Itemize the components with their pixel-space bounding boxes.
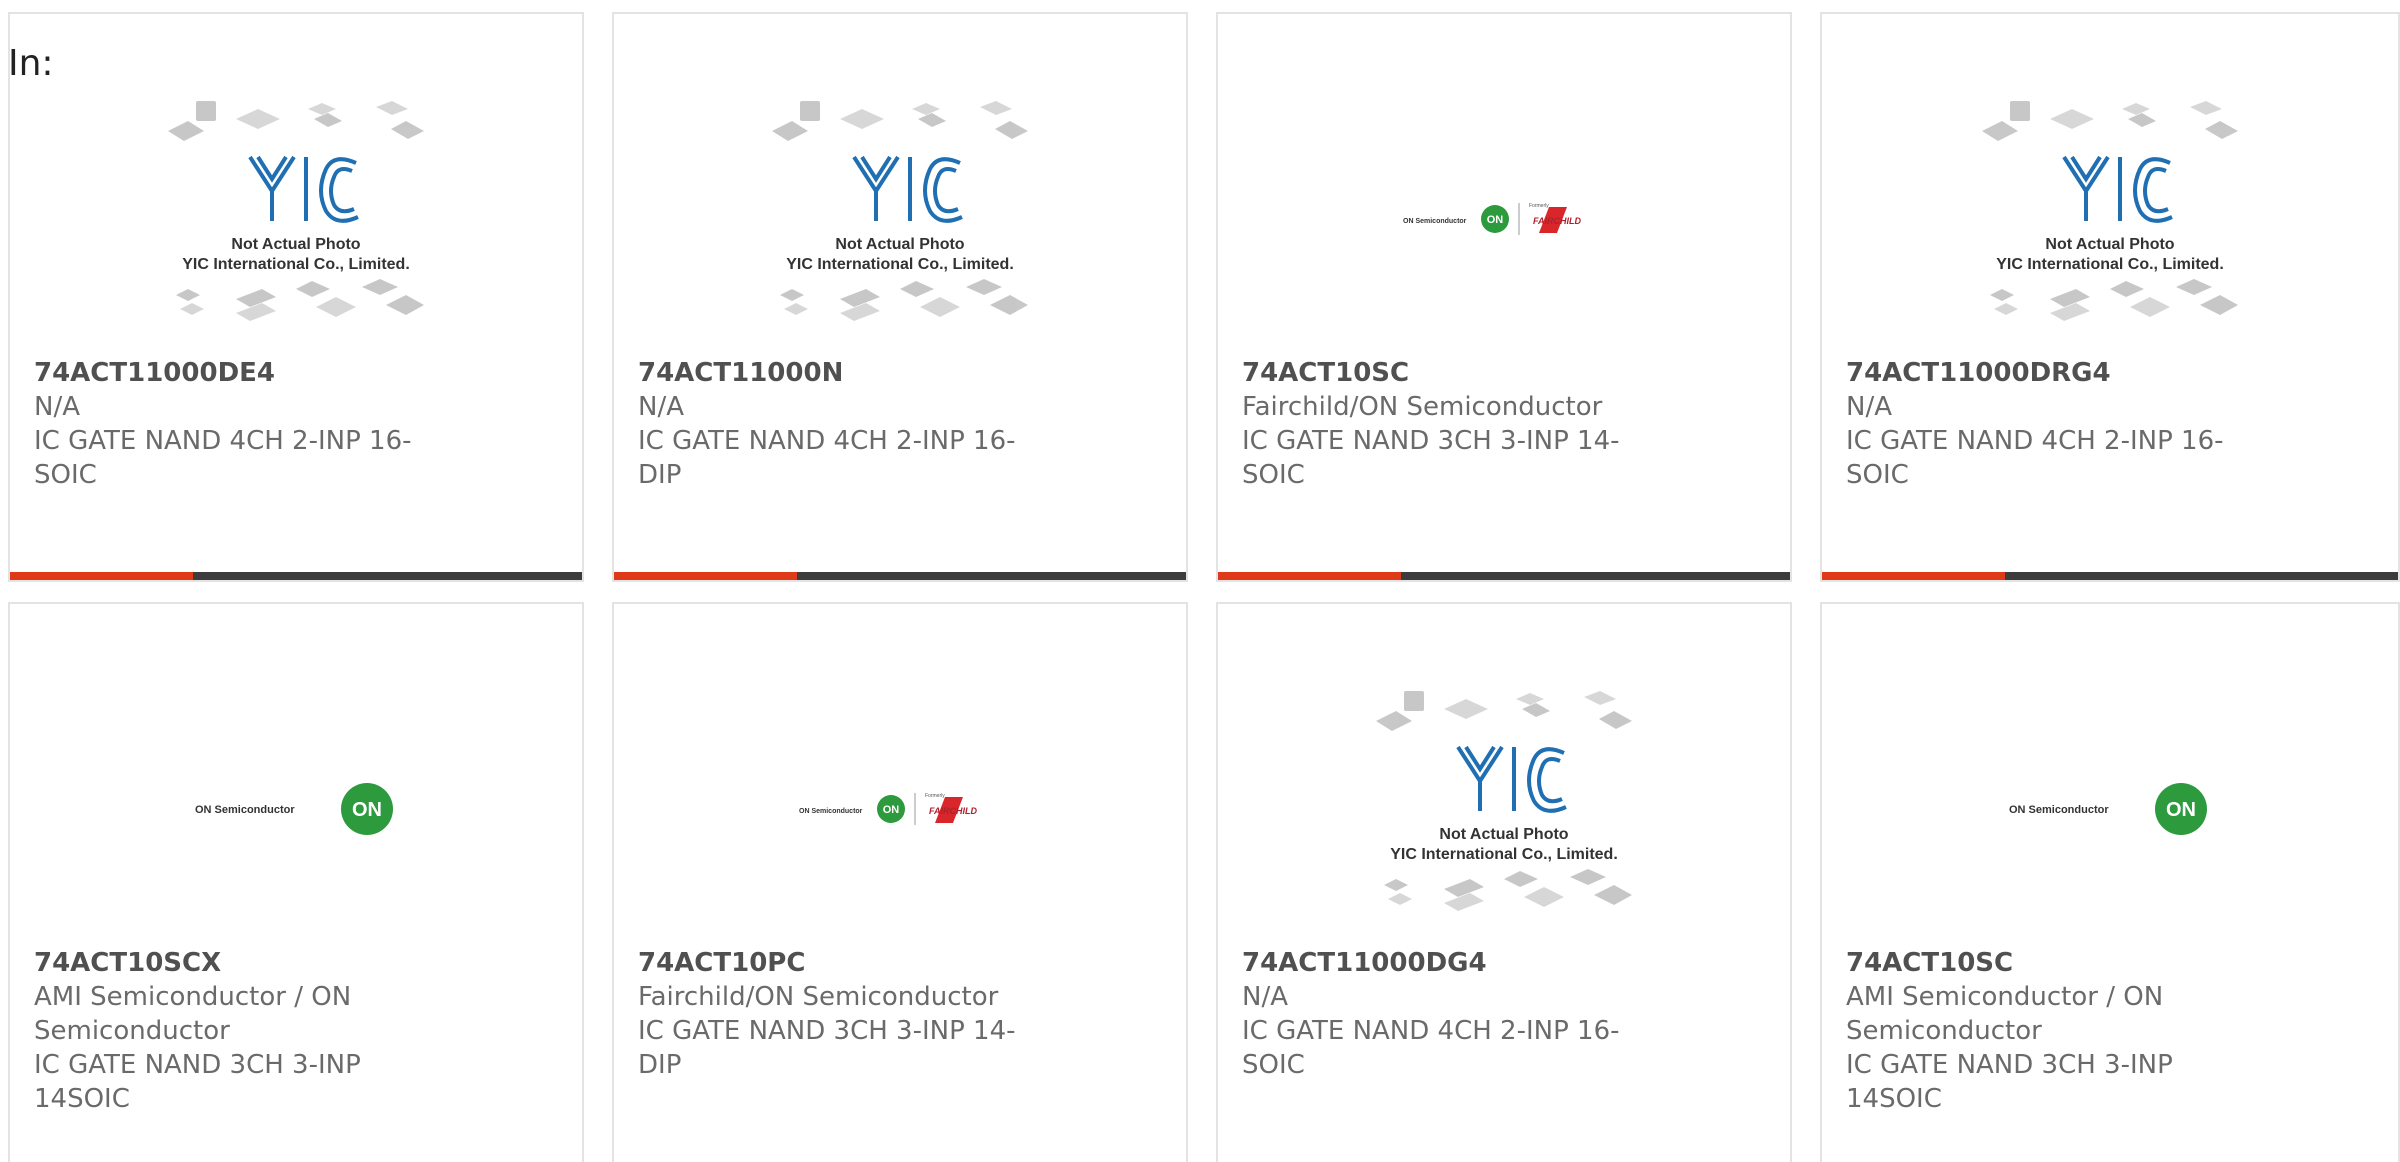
part-number[interactable]: 74ACT10SCX (34, 946, 414, 980)
product-image-placeholder: ON Semiconductor ON Formerly FAIRCHILD (1218, 84, 1790, 354)
description: IC GATE NAND 4CH 2-INP 16- (34, 426, 412, 456)
on-logo: ON Semiconductor ON (2009, 783, 2207, 835)
product-image-placeholder: ON Semiconductor ON (10, 674, 582, 944)
product-image-placeholder: Not Actual Photo YIC International Co., … (1218, 674, 1790, 944)
placeholder-text-line2: YIC International Co., Limited. (182, 256, 410, 273)
card-bottom-bar (1822, 572, 2398, 580)
placeholder-text-line1: Not Actual Photo (231, 236, 360, 253)
part-number[interactable]: 74ACT10PC (638, 946, 1018, 980)
on-badge-text: ON (1487, 214, 1504, 226)
product-card[interactable]: ON Semiconductor ON 74ACT10SC AMI Semico… (1820, 602, 2400, 1162)
card-accent-bar (10, 572, 193, 580)
on-badge-text: ON (883, 804, 900, 816)
product-card[interactable]: Not Actual Photo YIC International Co., … (1820, 12, 2400, 582)
placeholder-text-line1: Not Actual Photo (835, 236, 964, 253)
manufacturer: N/A (34, 392, 80, 422)
description: IC GATE NAND 3CH 3-INP 14-DIP (638, 1016, 1016, 1080)
description: IC GATE NAND 3CH 3-INP (1846, 1050, 2173, 1080)
on-fairchild-logo: ON Semiconductor ON Formerly FAIRCHILD (1403, 203, 1581, 235)
description: IC GATE NAND 4CH 2-INP 16- (1846, 426, 2224, 456)
card-accent-bar (614, 572, 797, 580)
description-cont: SOIC (34, 460, 97, 490)
description-cont: SOIC (1846, 460, 1909, 490)
yic-placeholder-image: Not Actual Photo YIC International Co., … (168, 101, 424, 321)
card-accent-bar (1822, 572, 2005, 580)
yic-placeholder-image: Not Actual Photo YIC International Co., … (1982, 101, 2238, 321)
part-number[interactable]: 74ACT10SC (1846, 946, 2226, 980)
description-cont: SOIC (1242, 460, 1305, 490)
manufacturer: AMI Semiconductor / ON (1846, 982, 2164, 1012)
description-cont: SOIC (1242, 1050, 1305, 1080)
manufacturer: N/A (1242, 982, 1288, 1012)
card-bottom-bar (614, 572, 1186, 580)
formerly-text: Formerly (925, 793, 945, 799)
fairchild-text: FAIRCHILD (929, 806, 977, 816)
manufacturer: AMI Semiconductor / ON (34, 982, 352, 1012)
on-brand-text: ON Semiconductor (1403, 218, 1467, 225)
description-cont: 14SOIC (34, 1084, 130, 1114)
part-number[interactable]: 74ACT10SC (1242, 356, 1622, 390)
description: IC GATE NAND 3CH 3-INP (34, 1050, 361, 1080)
part-number[interactable]: 74ACT11000N (638, 356, 1018, 390)
fairchild-text: FAIRCHILD (1533, 216, 1581, 226)
manufacturer: N/A (1846, 392, 1892, 422)
on-brand-text: ON Semiconductor (195, 804, 295, 816)
formerly-text: Formerly (1529, 203, 1549, 209)
product-image-placeholder: Not Actual Photo YIC International Co., … (614, 84, 1186, 354)
on-badge-text: ON (2166, 799, 2196, 821)
placeholder-text-line2: YIC International Co., Limited. (1390, 846, 1618, 863)
product-card[interactable]: ON Semiconductor ON Formerly FAIRCHILD 7… (1216, 12, 1792, 582)
card-bottom-bar (10, 572, 582, 580)
product-card[interactable]: Not Actual Photo YIC International Co., … (8, 12, 584, 582)
manufacturer: Fairchild/ON Semiconductor (638, 982, 999, 1012)
manufacturer: N/A (638, 392, 684, 422)
manufacturer-cont: Semiconductor (34, 1016, 230, 1046)
yic-placeholder-image: Not Actual Photo YIC International Co., … (1376, 691, 1632, 911)
manufacturer-cont: Semiconductor (1846, 1016, 2042, 1046)
product-card[interactable]: Not Actual Photo YIC International Co., … (612, 12, 1188, 582)
on-logo: ON Semiconductor ON (195, 783, 393, 835)
yic-placeholder-image: Not Actual Photo YIC International Co., … (772, 101, 1028, 321)
on-brand-text: ON Semiconductor (2009, 804, 2109, 816)
product-image-placeholder: Not Actual Photo YIC International Co., … (1822, 84, 2398, 354)
placeholder-text-line1: Not Actual Photo (2045, 236, 2174, 253)
placeholder-text-line1: Not Actual Photo (1439, 826, 1568, 843)
in-label: In: (8, 43, 54, 84)
description: IC GATE NAND 4CH 2-INP 16-DIP (638, 426, 1016, 490)
part-number[interactable]: 74ACT11000DG4 (1242, 946, 1622, 980)
description: IC GATE NAND 4CH 2-INP 16- (1242, 1016, 1620, 1046)
card-accent-bar (1218, 572, 1401, 580)
product-card[interactable]: Not Actual Photo YIC International Co., … (1216, 602, 1792, 1162)
on-brand-text: ON Semiconductor (799, 808, 863, 815)
product-card[interactable]: ON Semiconductor ON Formerly FAIRCHILD 7… (612, 602, 1188, 1162)
on-badge-text: ON (352, 799, 382, 821)
on-fairchild-logo: ON Semiconductor ON Formerly FAIRCHILD (799, 793, 977, 825)
manufacturer: Fairchild/ON Semiconductor (1242, 392, 1603, 422)
placeholder-text-line2: YIC International Co., Limited. (1996, 256, 2224, 273)
description: IC GATE NAND 3CH 3-INP 14- (1242, 426, 1620, 456)
part-number[interactable]: 74ACT11000DE4 (34, 356, 414, 390)
product-card[interactable]: ON Semiconductor ON 74ACT10SCX AMI Semic… (8, 602, 584, 1162)
product-image-placeholder: ON Semiconductor ON Formerly FAIRCHILD (614, 674, 1186, 944)
product-image-placeholder: ON Semiconductor ON (1822, 674, 2398, 944)
part-number[interactable]: 74ACT11000DRG4 (1846, 356, 2226, 390)
product-image-placeholder: Not Actual Photo YIC International Co., … (10, 84, 582, 354)
placeholder-text-line2: YIC International Co., Limited. (786, 256, 1014, 273)
description-cont: 14SOIC (1846, 1084, 1942, 1114)
card-bottom-bar (1218, 572, 1790, 580)
product-grid: Not Actual Photo YIC International Co., … (0, 0, 2400, 1162)
